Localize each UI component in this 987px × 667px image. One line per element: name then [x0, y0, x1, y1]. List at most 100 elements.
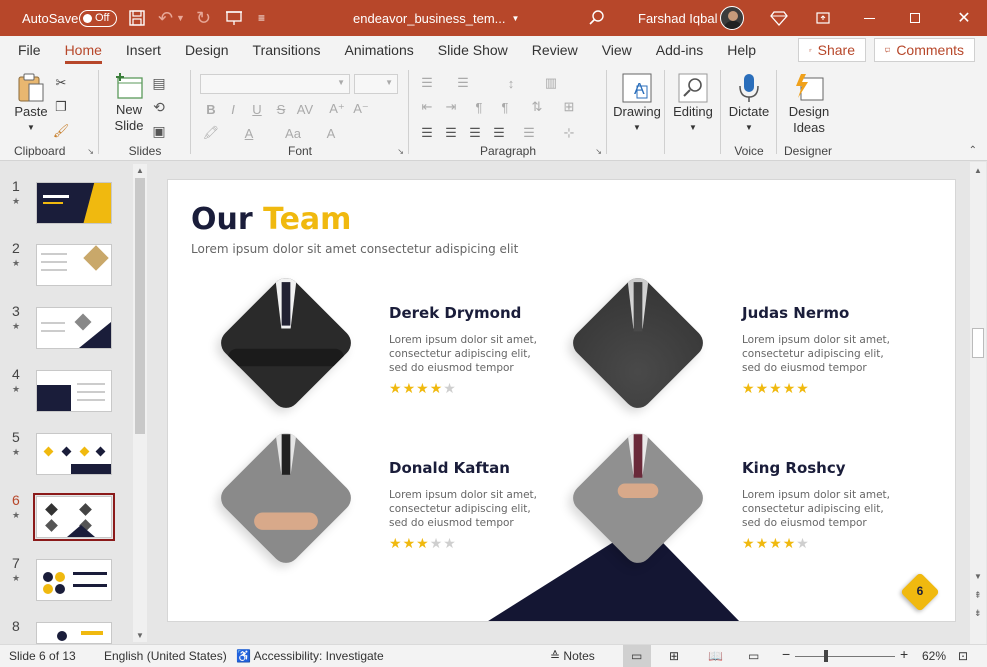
thumbnail-slide-6[interactable]: [36, 496, 112, 538]
slide-sorter-icon[interactable]: ⊞: [669, 649, 679, 663]
line-spacing-icon[interactable]: ↕: [502, 74, 520, 92]
thumbnail-slide-3[interactable]: [36, 307, 112, 349]
editing-button[interactable]: Editing ▼: [668, 72, 718, 136]
person-description[interactable]: Lorem ipsum dolor sit amet, consectetur …: [742, 333, 892, 375]
redo-icon[interactable]: ↻: [196, 0, 211, 36]
thumbnail-slide-1[interactable]: [36, 182, 112, 224]
font-launcher-icon[interactable]: ↘: [397, 147, 404, 156]
decrease-indent-icon[interactable]: ⇤: [418, 98, 436, 116]
rtl-icon[interactable]: ¶: [470, 98, 488, 116]
align-center-icon[interactable]: ☰: [442, 124, 460, 142]
new-slide-button[interactable]: New Slide: [106, 72, 152, 134]
align-left-icon[interactable]: ☰: [418, 124, 436, 142]
paragraph-launcher-icon[interactable]: ↘: [595, 147, 602, 156]
tab-design[interactable]: Design: [173, 36, 241, 64]
thumbnail-slide-4[interactable]: [36, 370, 112, 412]
tab-view[interactable]: View: [590, 36, 644, 64]
font-color-icon[interactable]: A: [240, 124, 258, 142]
slide-subtitle[interactable]: Lorem ipsum dolor sit amet consectetur a…: [191, 242, 518, 256]
tab-transitions[interactable]: Transitions: [241, 36, 333, 64]
portrait-king[interactable]: [567, 427, 709, 569]
copy-icon[interactable]: ❐: [52, 98, 70, 116]
highlight-icon[interactable]: 🖍: [202, 124, 220, 142]
slideshow-icon[interactable]: ▭: [748, 649, 759, 663]
slide-canvas[interactable]: Our Team Lorem ipsum dolor sit amet cons…: [167, 179, 956, 622]
increase-indent-icon[interactable]: ⇥: [442, 98, 460, 116]
italic-icon[interactable]: I: [224, 100, 242, 118]
undo-icon[interactable]: ↶: [158, 0, 173, 36]
thumbnail-slide-2[interactable]: [36, 244, 112, 286]
character-spacing-icon[interactable]: AV: [296, 100, 314, 118]
zoom-level[interactable]: 62%: [922, 649, 946, 663]
change-case-icon[interactable]: Aa: [278, 124, 308, 142]
tab-review[interactable]: Review: [520, 36, 590, 64]
smartart-icon[interactable]: ⊹: [560, 124, 578, 142]
person-description[interactable]: Lorem ipsum dolor sit amet, consectetur …: [389, 488, 539, 530]
comments-button[interactable]: Comments: [874, 38, 975, 62]
normal-view-button[interactable]: ▭: [623, 645, 651, 667]
customize-qat-icon[interactable]: ≡: [258, 0, 265, 36]
save-icon[interactable]: [128, 0, 146, 36]
align-text-icon[interactable]: ⊞: [560, 98, 578, 116]
portrait-judas[interactable]: [567, 272, 709, 414]
text-direction-icon[interactable]: ⇅: [528, 98, 546, 116]
search-icon[interactable]: [588, 0, 606, 36]
collapse-ribbon-icon[interactable]: ⌃: [969, 145, 977, 156]
reading-view-icon[interactable]: 📖: [708, 649, 723, 663]
tab-insert[interactable]: Insert: [114, 36, 173, 64]
zoom-in-icon[interactable]: +: [900, 646, 908, 662]
design-ideas-button[interactable]: Design Ideas: [782, 72, 836, 136]
slide-title[interactable]: Our Team: [191, 202, 351, 237]
underline-icon[interactable]: U: [248, 100, 266, 118]
section-icon[interactable]: ▣: [150, 122, 168, 140]
person-description[interactable]: Lorem ipsum dolor sit amet, consectetur …: [742, 488, 892, 530]
dictate-button[interactable]: Dictate ▼: [724, 72, 774, 136]
maximize-icon[interactable]: [892, 0, 938, 36]
user-name[interactable]: Farshad Iqbal: [638, 0, 718, 36]
autosave-toggle[interactable]: Off: [79, 0, 117, 36]
portrait-donald[interactable]: [215, 427, 357, 569]
thumbnail-slide-8[interactable]: [36, 622, 112, 644]
tab-home[interactable]: Home: [53, 36, 114, 64]
clear-format-icon[interactable]: A: [322, 124, 340, 142]
thumbnails-scrollbar[interactable]: ▲ ▼: [133, 164, 147, 642]
strikethrough-icon[interactable]: S: [272, 100, 290, 118]
format-painter-icon[interactable]: 🖌: [52, 122, 70, 140]
tab-file[interactable]: File: [6, 36, 53, 64]
layout-icon[interactable]: ▤: [150, 74, 168, 92]
bold-icon[interactable]: B: [202, 100, 220, 118]
paste-button[interactable]: Paste ▼: [14, 72, 48, 136]
clipboard-launcher-icon[interactable]: ↘: [87, 147, 94, 156]
tab-slide-show[interactable]: Slide Show: [426, 36, 520, 64]
tab-add-ins[interactable]: Add-ins: [644, 36, 715, 64]
justify-icon[interactable]: ☰: [490, 124, 508, 142]
ribbon-display-options-icon[interactable]: [800, 0, 846, 36]
accessibility-button[interactable]: ♿ Accessibility: Investigate: [236, 649, 384, 663]
zoom-slider[interactable]: [795, 656, 895, 657]
person-name[interactable]: Judas Nermo: [742, 304, 849, 322]
font-shrink-icon[interactable]: A⁻: [352, 100, 370, 118]
font-size-select[interactable]: ▼: [354, 74, 398, 94]
avatar[interactable]: [720, 0, 744, 36]
tab-animations[interactable]: Animations: [332, 36, 425, 64]
zoom-out-icon[interactable]: −: [782, 646, 790, 662]
thumbnail-slide-7[interactable]: [36, 559, 112, 601]
portrait-derek[interactable]: [215, 272, 357, 414]
font-grow-icon[interactable]: A⁺: [328, 100, 346, 118]
share-button[interactable]: Share: [798, 38, 866, 62]
present-icon[interactable]: [225, 0, 243, 36]
bullets-icon[interactable]: ☰: [418, 74, 436, 92]
person-name[interactable]: Derek Drymond: [389, 304, 521, 322]
notes-button[interactable]: ≙ Notes: [550, 649, 595, 663]
thumbnail-slide-5[interactable]: [36, 433, 112, 475]
columns-icon[interactable]: ▥: [542, 74, 560, 92]
ltr-icon[interactable]: ¶: [496, 98, 514, 116]
diamond-premium-icon[interactable]: [770, 0, 788, 36]
zoom-slider-thumb[interactable]: [824, 650, 828, 662]
minimize-icon[interactable]: [846, 0, 892, 36]
language-indicator[interactable]: English (United States): [104, 649, 227, 663]
cut-icon[interactable]: ✂: [52, 74, 70, 92]
fit-to-window-icon[interactable]: ⊡: [958, 649, 968, 663]
document-title[interactable]: endeavor_business_tem... ▼: [353, 0, 519, 36]
undo-dropdown-icon[interactable]: ▼: [176, 0, 185, 36]
